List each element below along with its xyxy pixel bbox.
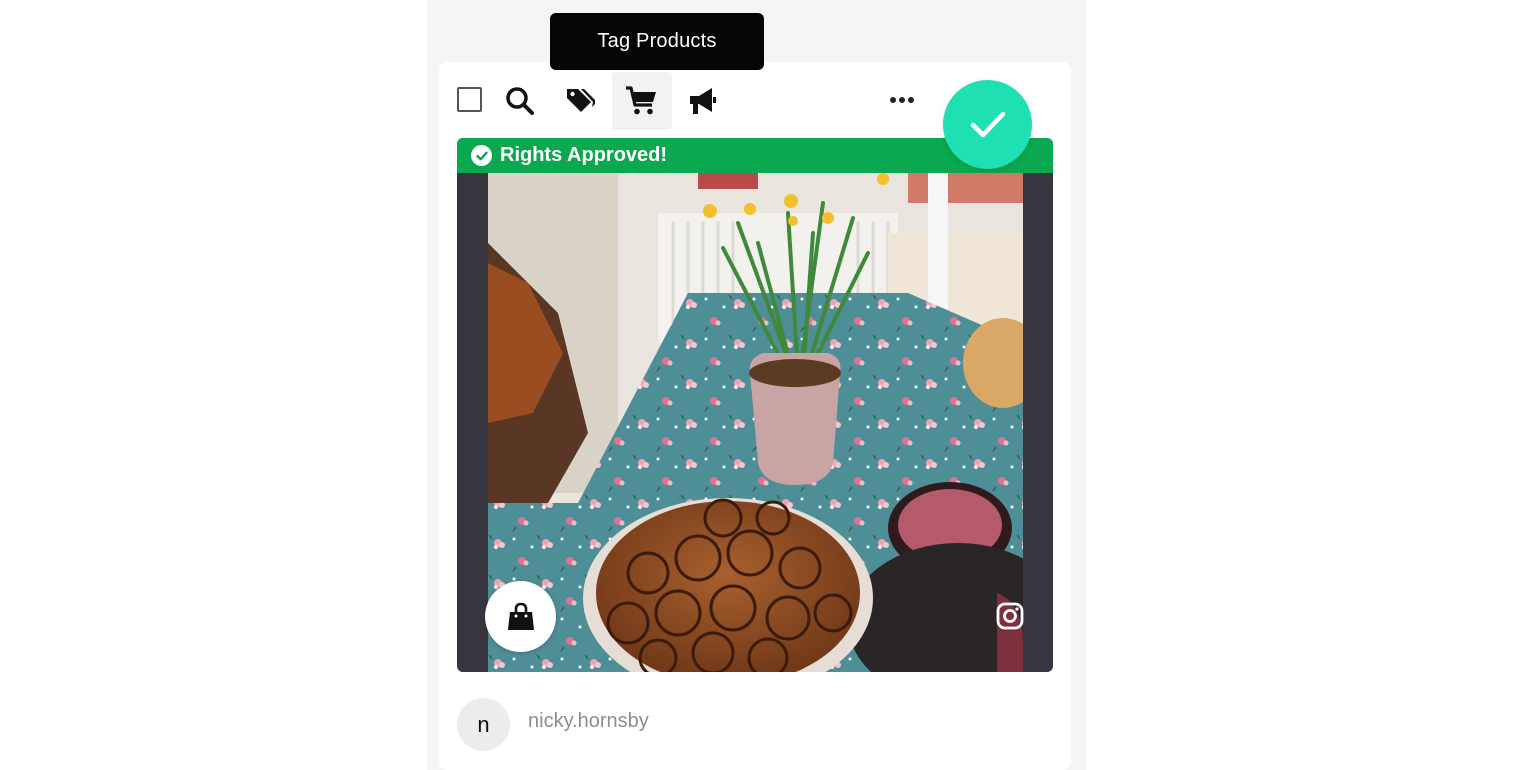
post-photo — [488, 173, 1023, 672]
approved-check-icon — [471, 145, 492, 166]
tags-icon — [567, 89, 595, 112]
shopping-bag-icon — [507, 602, 534, 630]
shop-button[interactable] — [485, 581, 556, 652]
author-avatar[interactable]: n — [457, 698, 510, 751]
promote-button[interactable] — [672, 72, 732, 130]
tags-button[interactable] — [550, 72, 610, 130]
more-horizontal-icon — [890, 97, 914, 103]
tag-products-tooltip: Tag Products — [550, 13, 764, 70]
media-preview[interactable]: Rights Approved! — [457, 138, 1053, 672]
check-icon — [970, 111, 1005, 137]
search-button[interactable] — [490, 72, 550, 130]
search-icon — [506, 87, 534, 115]
select-checkbox[interactable] — [457, 87, 482, 112]
author-username[interactable]: nicky.hornsby — [528, 710, 649, 733]
approve-button[interactable] — [943, 80, 1032, 169]
megaphone-icon — [690, 88, 716, 114]
instagram-icon — [996, 602, 1024, 630]
cart-icon — [626, 86, 656, 115]
more-options-button[interactable] — [880, 85, 924, 115]
rights-status-label: Rights Approved! — [500, 144, 668, 166]
instagram-source-button[interactable] — [995, 601, 1025, 631]
tag-products-button[interactable] — [612, 72, 672, 130]
